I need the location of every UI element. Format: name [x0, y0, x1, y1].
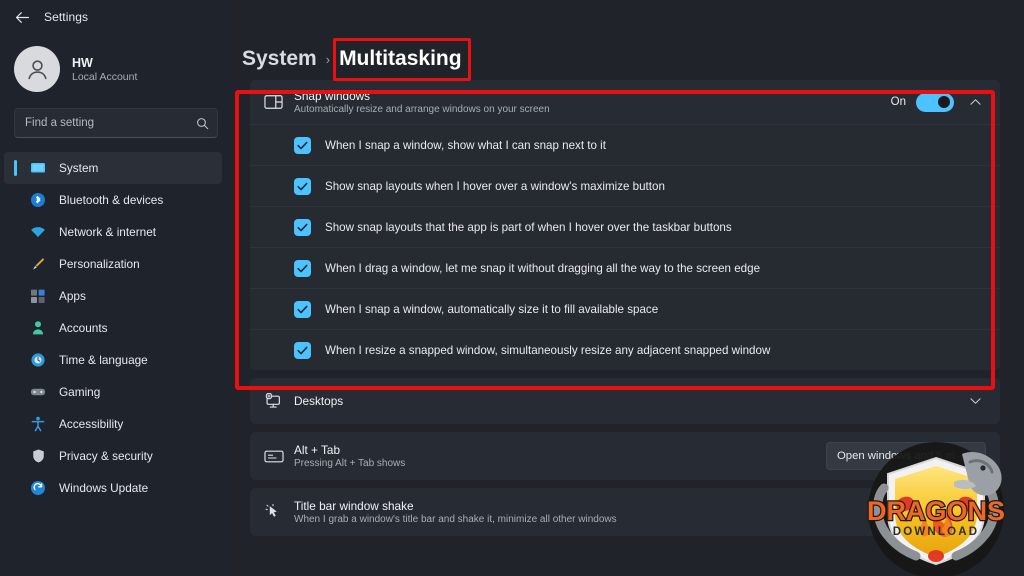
sidebar-item-time-language[interactable]: Time & language: [4, 344, 222, 376]
snap-toggle-label: On: [890, 96, 906, 108]
snap-option-label: When I resize a snapped window, simultan…: [325, 343, 771, 357]
settings-list: Snap windows Automatically resize and ar…: [242, 80, 1024, 536]
monitor-icon: [30, 160, 46, 176]
apps-icon: [30, 288, 46, 304]
chevron-up-icon[interactable]: [964, 91, 986, 113]
search-icon: [196, 117, 209, 130]
alt-tab-dropdown[interactable]: Open windows and 5 m: [826, 442, 986, 470]
main-content: System › Multitasking Snap windows Autom…: [232, 0, 1024, 576]
snap-option-row[interactable]: When I drag a window, let me snap it wit…: [250, 247, 1000, 288]
toggle-knob: [938, 96, 950, 108]
page-title: Multitasking: [339, 47, 462, 70]
sidebar-item-accounts[interactable]: Accounts: [4, 312, 222, 344]
snap-option-row[interactable]: Show snap layouts that the app is part o…: [250, 206, 1000, 247]
sidebar-item-bluetooth-devices[interactable]: Bluetooth & devices: [4, 184, 222, 216]
account-name: HW: [72, 55, 93, 70]
title-bar: Settings: [0, 0, 232, 34]
sidebar-item-network-internet[interactable]: Network & internet: [4, 216, 222, 248]
alt-tab-title: Alt + Tab: [294, 443, 341, 457]
snap-windows-toggle[interactable]: [916, 92, 954, 112]
snap-option-row[interactable]: When I resize a snapped window, simultan…: [250, 329, 1000, 370]
title-bar-shake-row[interactable]: Title bar window shake When I grab a win…: [250, 488, 1000, 536]
breadcrumb-separator: ›: [325, 51, 331, 67]
cursor-shake-icon: [264, 503, 294, 521]
snap-layout-icon: [264, 94, 294, 110]
sidebar-item-label: Accessibility: [59, 417, 124, 431]
gamepad-icon: [30, 384, 46, 400]
accessibility-icon: [30, 416, 46, 432]
alt-tab-row[interactable]: Alt + Tab Pressing Alt + Tab shows Open …: [250, 432, 1000, 480]
checkbox-checked-icon[interactable]: [294, 136, 311, 154]
search-box[interactable]: [14, 108, 218, 138]
checkbox-checked-icon[interactable]: [294, 341, 311, 359]
sidebar-nav: System Bluetooth & devices Network & int…: [0, 152, 232, 504]
snap-option-label: When I snap a window, automatically size…: [325, 302, 659, 316]
sidebar-item-label: Personalization: [59, 257, 140, 271]
back-arrow-icon: [15, 11, 29, 23]
sidebar-item-label: Apps: [59, 289, 86, 303]
clock-globe-icon: [30, 352, 46, 368]
sidebar-item-label: Windows Update: [59, 481, 149, 495]
desktop-add-icon: [264, 392, 294, 410]
snap-option-label: When I snap a window, show what I can sn…: [325, 138, 606, 152]
settings-window: Settings HW Local Account Find a setting…: [0, 0, 1024, 576]
snap-option-label: Show snap layouts when I hover over a wi…: [325, 179, 665, 193]
snap-windows-header[interactable]: Snap windows Automatically resize and ar…: [250, 80, 1000, 124]
snap-option-row[interactable]: When I snap a window, show what I can sn…: [250, 124, 1000, 165]
account-icon: [30, 320, 46, 336]
search-input[interactable]: [25, 117, 196, 129]
snap-windows-title: Snap windows: [294, 89, 371, 103]
checkbox-checked-icon[interactable]: [294, 259, 311, 277]
breadcrumb: System › Multitasking: [242, 0, 1024, 80]
back-button[interactable]: [8, 4, 36, 30]
chevron-down-icon[interactable]: [964, 390, 986, 412]
snap-option-label: When I drag a window, let me snap it wit…: [325, 261, 761, 275]
window-title: Settings: [44, 10, 89, 24]
wifi-icon: [30, 224, 46, 240]
sidebar-item-apps[interactable]: Apps: [4, 280, 222, 312]
snap-windows-card: Snap windows Automatically resize and ar…: [250, 80, 1000, 370]
checkbox-checked-icon[interactable]: [294, 300, 311, 318]
snap-option-row[interactable]: Show snap layouts when I hover over a wi…: [250, 165, 1000, 206]
sidebar: Settings HW Local Account Find a setting…: [0, 0, 232, 576]
bluetooth-icon: [30, 192, 46, 208]
sidebar-item-label: Network & internet: [59, 225, 157, 239]
checkbox-checked-icon[interactable]: [294, 218, 311, 236]
account-block[interactable]: HW Local Account: [0, 34, 232, 102]
sidebar-item-label: Accounts: [59, 321, 108, 335]
sidebar-item-label: Privacy & security: [59, 449, 153, 463]
alt-tab-subtitle: Pressing Alt + Tab shows: [294, 458, 406, 469]
account-type: Local Account: [72, 70, 138, 83]
sidebar-item-label: Time & language: [59, 353, 148, 367]
sidebar-item-gaming[interactable]: Gaming: [4, 376, 222, 408]
snap-windows-subtitle: Automatically resize and arrange windows…: [294, 104, 550, 115]
sidebar-item-label: System: [59, 161, 99, 175]
checkbox-checked-icon[interactable]: [294, 177, 311, 195]
title-bar-shake-title: Title bar window shake: [294, 499, 414, 513]
desktops-title: Desktops: [294, 394, 344, 408]
brush-icon: [30, 256, 46, 272]
sidebar-item-system[interactable]: System: [4, 152, 222, 184]
update-refresh-icon: [30, 480, 46, 496]
snap-option-row[interactable]: When I snap a window, automatically size…: [250, 288, 1000, 329]
sidebar-item-privacy-security[interactable]: Privacy & security: [4, 440, 222, 472]
snap-option-label: Show snap layouts that the app is part o…: [325, 220, 732, 234]
avatar: [14, 46, 60, 92]
sidebar-item-windows-update[interactable]: Windows Update: [4, 472, 222, 504]
sidebar-item-personalization[interactable]: Personalization: [4, 248, 222, 280]
sidebar-item-label: Gaming: [59, 385, 101, 399]
shield-icon: [30, 448, 46, 464]
title-bar-shake-subtitle: When I grab a window's title bar and sha…: [294, 514, 617, 525]
sidebar-item-accessibility[interactable]: Accessibility: [4, 408, 222, 440]
person-icon: [27, 59, 47, 79]
breadcrumb-parent[interactable]: System: [242, 47, 317, 71]
sidebar-item-label: Bluetooth & devices: [59, 193, 164, 207]
alt-tab-dropdown-value: Open windows and 5 m: [837, 450, 956, 462]
desktops-row[interactable]: Desktops: [250, 378, 1000, 424]
alt-tab-icon: [264, 449, 294, 464]
